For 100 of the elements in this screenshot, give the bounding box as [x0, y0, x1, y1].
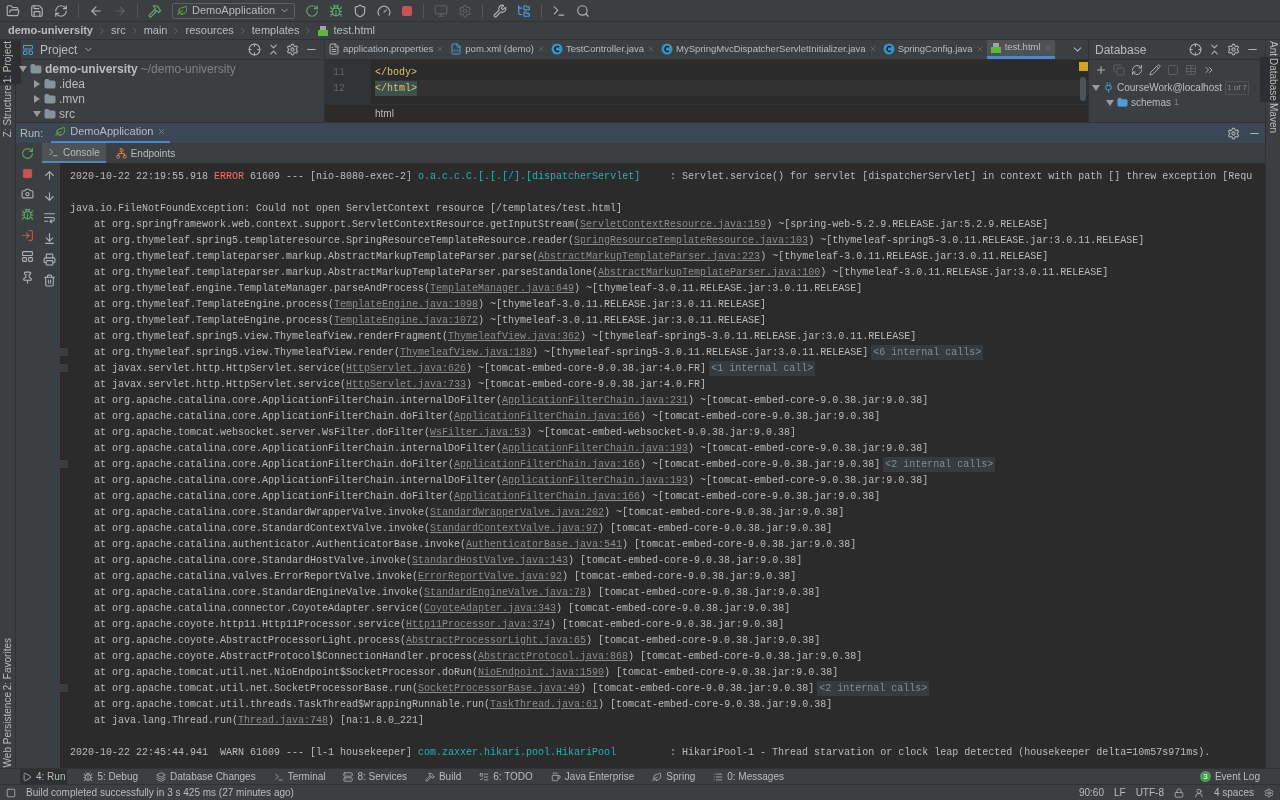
expand-arrow[interactable] — [1092, 83, 1100, 92]
editor-tab[interactable]: SpringConfig.java — [879, 40, 987, 59]
gear-icon[interactable] — [1264, 787, 1274, 798]
lock-icon[interactable] — [1173, 787, 1184, 798]
editor-tab[interactable]: TestController.java — [547, 40, 659, 59]
tree-item[interactable]: schemas — [1131, 95, 1171, 110]
coverage-icon[interactable] — [353, 3, 368, 18]
source-link[interactable]: HttpServlet.java:733 — [346, 376, 467, 392]
bug-icon[interactable] — [20, 208, 34, 221]
console-tab[interactable]: Endpoints — [109, 143, 182, 163]
source-link[interactable]: AuthenticatorBase.java:541 — [466, 536, 623, 552]
source-link[interactable]: ApplicationFilterChain.java:193 — [502, 472, 689, 488]
source-link[interactable]: SocketProcessorBase.java:49 — [418, 680, 581, 696]
trash-icon[interactable] — [42, 274, 56, 287]
locate-icon[interactable] — [248, 43, 261, 56]
tool-window-button[interactable]: 6: TODO — [477, 768, 535, 785]
locate-icon[interactable] — [1189, 43, 1202, 56]
source-link[interactable]: ServletContextResource.java:159 — [580, 216, 767, 232]
console-tab[interactable]: Console — [42, 143, 106, 163]
soft-wrap-icon[interactable] — [42, 211, 56, 224]
scrollbar-thumb[interactable] — [1080, 77, 1086, 101]
back-icon[interactable] — [89, 3, 103, 18]
stop-icon[interactable] — [401, 4, 414, 17]
add-icon[interactable] — [1095, 64, 1107, 76]
breadcrumb-item[interactable]: templates — [251, 22, 300, 39]
breadcrumb-item[interactable]: demo-university — [8, 22, 93, 39]
tool-window-button[interactable]: Terminal — [271, 768, 328, 785]
wrench-icon[interactable] — [493, 3, 508, 18]
source-link[interactable]: StandardEngineValve.java:78 — [424, 584, 587, 600]
expand-arrow[interactable] — [19, 64, 27, 73]
rerun-icon[interactable] — [20, 147, 34, 160]
source-link[interactable]: ApplicationFilterChain.java:166 — [454, 408, 641, 424]
camera-icon[interactable] — [20, 187, 34, 200]
print-icon[interactable] — [42, 253, 56, 266]
tool-window-button[interactable]: 8: Services — [341, 768, 409, 785]
tool-window-button[interactable]: Spring — [650, 768, 698, 785]
panel-toggle-icon[interactable] — [6, 787, 16, 798]
scroll-to-end-icon[interactable] — [42, 232, 56, 245]
tool-window-button[interactable]: Java Enterprise — [548, 768, 637, 785]
settings-icon[interactable] — [1227, 43, 1240, 56]
collapse-icon[interactable] — [1208, 43, 1221, 56]
tool-window-tab[interactable]: Database — [1259, 57, 1280, 102]
caret-position[interactable]: 90:60 — [1078, 785, 1104, 800]
source-link[interactable]: AbstractMarkupTemplateParser.java:223 — [538, 248, 761, 264]
source-link[interactable]: Http11Processor.java:374 — [406, 616, 551, 632]
tool-window-button[interactable]: 4: Run — [20, 768, 68, 785]
down-arrow-icon[interactable] — [42, 190, 56, 203]
source-link[interactable]: ApplicationFilterChain.java:166 — [454, 456, 641, 472]
terminal-icon[interactable] — [552, 3, 567, 18]
source-link[interactable]: ThymeleafView.java:189 — [400, 344, 533, 360]
source-link[interactable]: ApplicationFilterChain.java:193 — [502, 440, 689, 456]
tool-window-tab[interactable]: Z: Structure — [0, 84, 21, 139]
expand-arrow[interactable] — [33, 94, 41, 103]
warning-marker[interactable] — [1078, 62, 1088, 71]
source-link[interactable]: NioEndpoint.java:1590 — [478, 664, 605, 680]
run-config-dropdown[interactable]: DemoApplication — [172, 2, 296, 19]
open-folder-icon[interactable] — [6, 3, 20, 18]
save-icon[interactable] — [30, 3, 44, 18]
event-log-button[interactable]: 3 Event Log — [1199, 769, 1260, 784]
refresh-icon[interactable] — [1131, 64, 1143, 76]
build-icon[interactable] — [148, 3, 162, 18]
source-link[interactable]: SpringResourceTemplateResource.java:103 — [574, 232, 809, 248]
editor-tab[interactable]: MySpringMvcDispatcherServletInitializer.java — [658, 40, 880, 59]
tool-window-tab[interactable]: Web — [0, 745, 21, 768]
profile-icon[interactable] — [377, 3, 392, 18]
tool-window-tab[interactable]: 1: Project — [0, 40, 21, 85]
tool-window-button[interactable]: Build — [422, 768, 464, 785]
source-link[interactable]: ApplicationFilterChain.java:166 — [454, 488, 641, 504]
breadcrumb-item[interactable]: resources — [185, 22, 234, 39]
close-icon[interactable] — [157, 127, 167, 136]
expand-arrow[interactable] — [33, 79, 41, 88]
source-link[interactable]: Thread.java:748 — [238, 712, 329, 728]
file-encoding[interactable]: UTF-8 — [1135, 785, 1164, 800]
stop-icon[interactable] — [21, 168, 33, 179]
editor-tab[interactable]: application.properties — [325, 40, 448, 59]
source-link[interactable]: ApplicationFilterChain.java:231 — [502, 392, 689, 408]
source-link[interactable]: ThymeleafView.java:362 — [448, 328, 581, 344]
source-link[interactable]: AbstractProtocol.java:868 — [478, 648, 629, 664]
source-link[interactable]: TaskThread.java:61 — [490, 696, 599, 712]
source-link[interactable]: HttpServlet.java:626 — [346, 360, 467, 376]
tool-window-button[interactable]: 0: Messages — [711, 768, 786, 785]
tool-window-button[interactable]: 5: Debug — [81, 768, 141, 785]
source-link[interactable]: StandardHostValve.java:143 — [412, 552, 569, 568]
code-breadcrumb[interactable]: html — [375, 106, 394, 121]
settings-icon[interactable] — [286, 43, 299, 56]
source-link[interactable]: AbstractMarkupTemplateParser.java:100 — [598, 264, 821, 280]
more-icon[interactable] — [1203, 64, 1215, 76]
source-link[interactable]: StandardContextValve.java:97 — [430, 520, 599, 536]
source-link[interactable]: AbstractProcessorLight.java:65 — [406, 632, 587, 648]
source-link[interactable]: WsFilter.java:53 — [430, 424, 527, 440]
rerun-icon[interactable] — [305, 3, 320, 18]
internal-calls-fold[interactable]: <6 internal calls> — [871, 344, 984, 360]
tool-window-tab[interactable]: Ant — [1259, 40, 1280, 57]
internal-calls-fold[interactable]: <2 internal calls> — [817, 680, 930, 696]
tool-window-button[interactable]: Database Changes — [154, 768, 258, 785]
editor-tab[interactable]: test.html — [986, 40, 1055, 59]
breadcrumb-item[interactable]: test.html — [333, 22, 376, 39]
source-link[interactable]: TemplateEngine.java:1072 — [334, 312, 479, 328]
tool-window-tab[interactable]: Maven — [1259, 101, 1280, 134]
line-ending[interactable]: LF — [1113, 785, 1126, 800]
